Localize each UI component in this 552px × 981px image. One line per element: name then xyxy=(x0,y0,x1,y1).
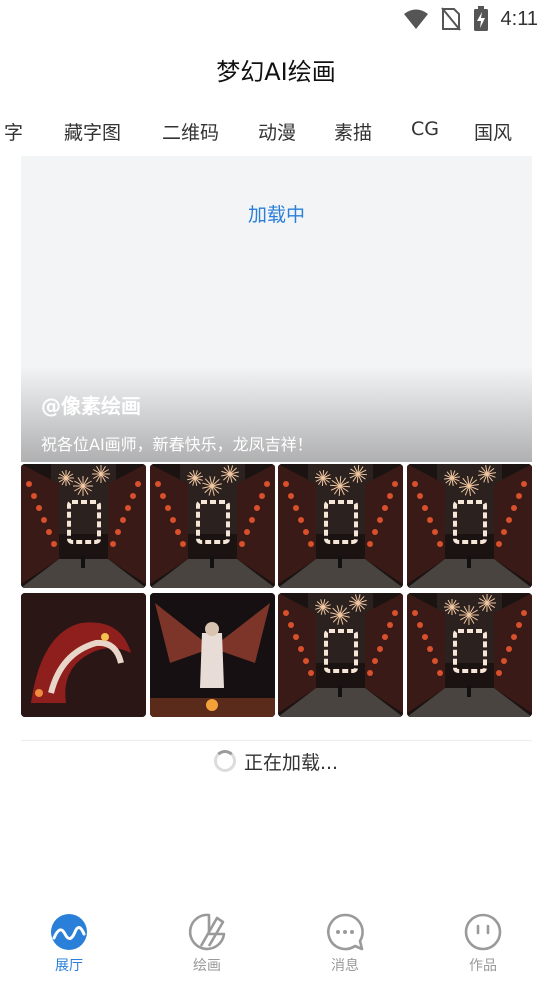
street-fireworks-glyph-乐-thumbnail xyxy=(407,464,532,588)
banner[interactable]: 加载中 @像素绘画 祝各位AI画师，新春快乐，龙凤吉祥！ xyxy=(21,156,532,462)
load-more-text: 正在加载... xyxy=(243,751,339,774)
street-fireworks-glyph-快-thumbnail xyxy=(278,464,403,588)
tab-anime[interactable]: 动漫 xyxy=(258,118,296,145)
nav-label: 展厅 xyxy=(55,958,83,974)
street-fireworks-glyph-吉-thumbnail xyxy=(278,593,403,717)
tab-guofeng[interactable]: 国风 xyxy=(474,118,512,145)
status-icons: 4:11 xyxy=(403,6,538,32)
nav-label: 作品 xyxy=(469,958,497,974)
nav-item-works[interactable]: 作品 xyxy=(443,912,523,976)
gallery-image[interactable] xyxy=(21,464,146,588)
gallery-grid xyxy=(21,464,532,718)
gallery-image[interactable] xyxy=(21,593,146,717)
banner-author: @像素绘画 xyxy=(41,394,141,418)
nav-item-draw[interactable]: 绘画 xyxy=(167,912,247,976)
gallery-image[interactable] xyxy=(407,464,532,588)
gallery-image[interactable] xyxy=(150,593,275,717)
tab-cg[interactable]: CG xyxy=(411,118,439,140)
load-more-indicator: 正在加载... xyxy=(0,746,552,776)
banner-caption: 祝各位AI画师，新春快乐，龙凤吉祥！ xyxy=(41,435,313,454)
status-time: 4:11 xyxy=(500,7,538,30)
street-fireworks-glyph-祥-thumbnail xyxy=(407,593,532,717)
palette-icon xyxy=(188,913,226,951)
loading-spinner-icon xyxy=(213,750,236,772)
nav-item-messages[interactable]: 消息 xyxy=(305,912,385,976)
status-bar: 4:11 xyxy=(0,0,552,38)
divider xyxy=(21,740,532,741)
gallery-image[interactable] xyxy=(407,593,532,717)
page-title: 梦幻AI绘画 xyxy=(216,58,336,86)
battery-charging-icon xyxy=(473,6,488,31)
tab-partial[interactable]: 字 xyxy=(4,118,23,145)
gallery-image[interactable] xyxy=(278,464,403,588)
wave-circle-icon xyxy=(51,914,87,950)
red-dragon-thumbnail xyxy=(21,593,146,717)
gallery-image[interactable] xyxy=(278,593,403,717)
no-sim-icon xyxy=(440,7,461,31)
banner-loading-text: 加载中 xyxy=(247,204,305,226)
gallery-image[interactable] xyxy=(150,464,275,588)
category-tabs: 字 藏字图 二维码 动漫 素描 CG 国风 xyxy=(0,114,552,148)
street-fireworks-glyph-新-thumbnail xyxy=(21,464,146,588)
street-fireworks-glyph-年-thumbnail xyxy=(150,464,275,588)
wifi-icon xyxy=(403,9,428,29)
nav-label: 绘画 xyxy=(193,958,221,974)
tab-sketch[interactable]: 素描 xyxy=(334,118,372,145)
phoenix-thumbnail xyxy=(150,593,275,717)
tab-qrcode[interactable]: 二维码 xyxy=(162,118,219,145)
bottom-nav: 展厅 绘画 消息 作品 xyxy=(0,900,552,981)
nav-label: 消息 xyxy=(331,958,359,974)
nav-item-gallery[interactable]: 展厅 xyxy=(29,912,109,976)
chat-bubble-icon xyxy=(327,913,364,951)
smiley-face-icon xyxy=(464,913,502,951)
tab-hidden-char[interactable]: 藏字图 xyxy=(64,118,121,145)
